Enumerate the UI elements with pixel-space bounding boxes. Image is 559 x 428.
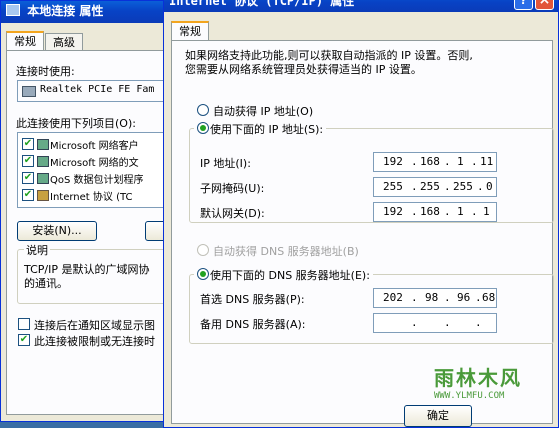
subnet-mask-field[interactable]: 255. 255. 255. 0 [373, 177, 497, 197]
tab-advanced[interactable]: 高级 [45, 33, 83, 50]
item-checkbox[interactable]: ✔ [22, 189, 34, 201]
manual-ip-radio[interactable] [197, 122, 209, 134]
manual-ip-label: 使用下面的 IP 地址(S): [194, 121, 327, 137]
item-label: QoS 数据包计划程序 [50, 175, 144, 186]
item-label: Internet 协议 (TC [50, 192, 133, 203]
preferred-dns-label: 首选 DNS 服务器(P): [200, 293, 305, 306]
description-title: 说明 [24, 242, 50, 258]
list-item[interactable]: ✔ Microsoft 网络客户 [22, 136, 177, 152]
file-share-icon [37, 156, 49, 167]
watermark-title: 雨林木风 [434, 366, 522, 390]
ip-address-label: IP 地址(I): [200, 157, 251, 170]
qos-icon [37, 173, 49, 184]
install-button[interactable]: 安装(N)... [17, 221, 97, 241]
list-item[interactable]: ✔ QoS 数据包计划程序 [22, 170, 177, 186]
show-icon-checkbox[interactable] [18, 318, 30, 330]
auto-ip-label: 自动获得 IP 地址(O) [213, 105, 314, 118]
subnet-mask-label: 子网掩码(U): [200, 182, 265, 195]
left-window-titlebar[interactable]: 本地连接 属性 [1, 1, 169, 23]
protocol-icon [37, 190, 49, 201]
auto-ip-radio[interactable] [197, 104, 209, 116]
manual-dns-radio[interactable] [197, 268, 209, 280]
items-list[interactable]: ✔ Microsoft 网络客户 ✔ Microsoft 网络的文 ✔ QoS … [17, 132, 177, 208]
tab-general[interactable]: 常规 [6, 31, 44, 50]
client-icon [37, 139, 49, 150]
intro-line2: 您需要从网络系统管理员处获得适当的 IP 设置。 [185, 63, 422, 76]
item-checkbox[interactable]: ✔ [22, 155, 34, 167]
ip-address-field[interactable]: 192. 168. 1. 11 [373, 152, 497, 172]
show-icon-label: 连接后在通知区域显示图 [34, 319, 155, 332]
adapter-icon [22, 86, 36, 97]
item-checkbox[interactable]: ✔ [22, 172, 34, 184]
item-label: Microsoft 网络客户 [50, 141, 139, 152]
list-item[interactable]: ✔ Internet 协议 (TC [22, 187, 177, 203]
adapter-name: Realtek PCIe FE Fam [40, 84, 155, 95]
auto-dns-radio[interactable] [197, 244, 209, 256]
alternate-dns-field[interactable]: ... [373, 313, 497, 333]
left-window-title: 本地连接 属性 [27, 4, 104, 18]
manual-dns-label: 使用下面的 DNS 服务器地址(E): [194, 267, 373, 283]
description-line2: 的通讯。 [24, 277, 68, 290]
adapter-box: Realtek PCIe FE Fam [17, 80, 177, 102]
auto-dns-label: 自动获得 DNS 服务器地址(B) [213, 245, 359, 258]
tab-general[interactable]: 常规 [171, 21, 209, 40]
watermark-url: WWW.YLMFU.COM [434, 391, 505, 401]
network-icon [6, 4, 20, 16]
alternate-dns-label: 备用 DNS 服务器(A): [200, 318, 306, 331]
notify-checkbox[interactable]: ✔ [18, 334, 30, 346]
default-gateway-label: 默认网关(D): [200, 207, 265, 220]
dns-group [189, 274, 554, 344]
item-checkbox[interactable]: ✔ [22, 138, 34, 150]
notify-label: 此连接被限制或无连接时 [34, 335, 155, 348]
items-label: 此连接使用下列项目(O): [16, 117, 136, 130]
watermark: 雨林木风 WWW.YLMFU.COM [430, 360, 548, 410]
help-button[interactable]: ? [514, 0, 533, 10]
item-label: Microsoft 网络的文 [50, 158, 139, 169]
list-item[interactable]: ✔ Microsoft 网络的文 [22, 153, 177, 169]
preferred-dns-field[interactable]: 202. 98. 96. 68 [373, 288, 497, 308]
right-window-titlebar[interactable]: Internet 协议 (TCP/IP) 属性 [164, 0, 558, 12]
right-window-title: Internet 协议 (TCP/IP) 属性 [169, 0, 355, 8]
local-connection-properties-window: 本地连接 属性 常规 高级 连接时使用: Realtek PCIe FE Fam… [0, 0, 225, 422]
close-button[interactable]: × [535, 0, 554, 10]
connect-using-label: 连接时使用: [16, 65, 75, 78]
left-general-panel: 连接时使用: Realtek PCIe FE Fam 此连接使用下列项目(O):… [6, 50, 225, 415]
default-gateway-field[interactable]: 192. 168. 1. 1 [373, 202, 497, 222]
